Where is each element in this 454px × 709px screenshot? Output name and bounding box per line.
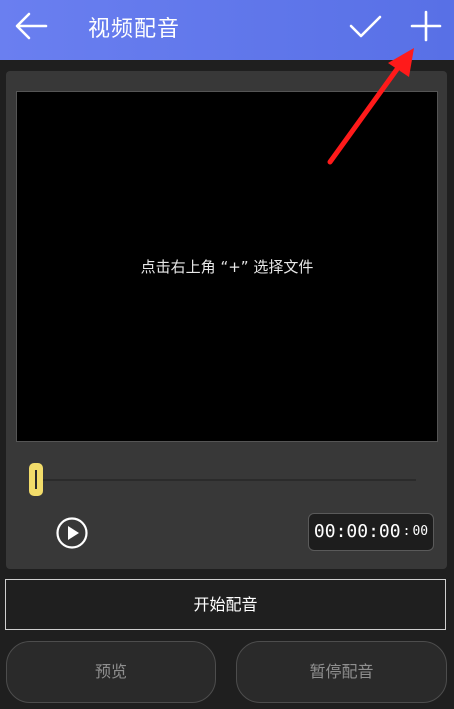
add-file-button[interactable] bbox=[404, 6, 448, 46]
page-title: 视频配音 bbox=[88, 17, 181, 42]
select-file-hint: 点击右上角 “+” 选择文件 bbox=[140, 258, 314, 276]
editor-panel: 点击右上角 “+” 选择文件 00:00:00:00 bbox=[6, 71, 447, 569]
confirm-button[interactable] bbox=[346, 8, 386, 44]
time-ms-separator: : bbox=[402, 524, 411, 539]
preview-button[interactable]: 预览 bbox=[6, 641, 216, 703]
time-display: 00:00:00:00 bbox=[308, 513, 434, 551]
arrow-left-icon bbox=[15, 12, 48, 40]
video-preview-area[interactable]: 点击右上角 “+” 选择文件 bbox=[16, 91, 438, 442]
back-button[interactable] bbox=[10, 8, 54, 44]
time-main: 00:00:00 bbox=[313, 521, 401, 542]
timeline-track[interactable] bbox=[32, 479, 416, 481]
timeline-handle[interactable] bbox=[29, 463, 43, 496]
checkmark-icon bbox=[349, 15, 382, 38]
time-ms: 00 bbox=[412, 524, 429, 539]
pause-dubbing-button[interactable]: 暂停配音 bbox=[236, 641, 447, 703]
app-header: 视频配音 bbox=[0, 0, 454, 60]
plus-icon bbox=[410, 10, 442, 42]
start-dubbing-button[interactable]: 开始配音 bbox=[5, 579, 446, 630]
play-button[interactable] bbox=[55, 516, 89, 550]
play-icon bbox=[56, 517, 88, 549]
